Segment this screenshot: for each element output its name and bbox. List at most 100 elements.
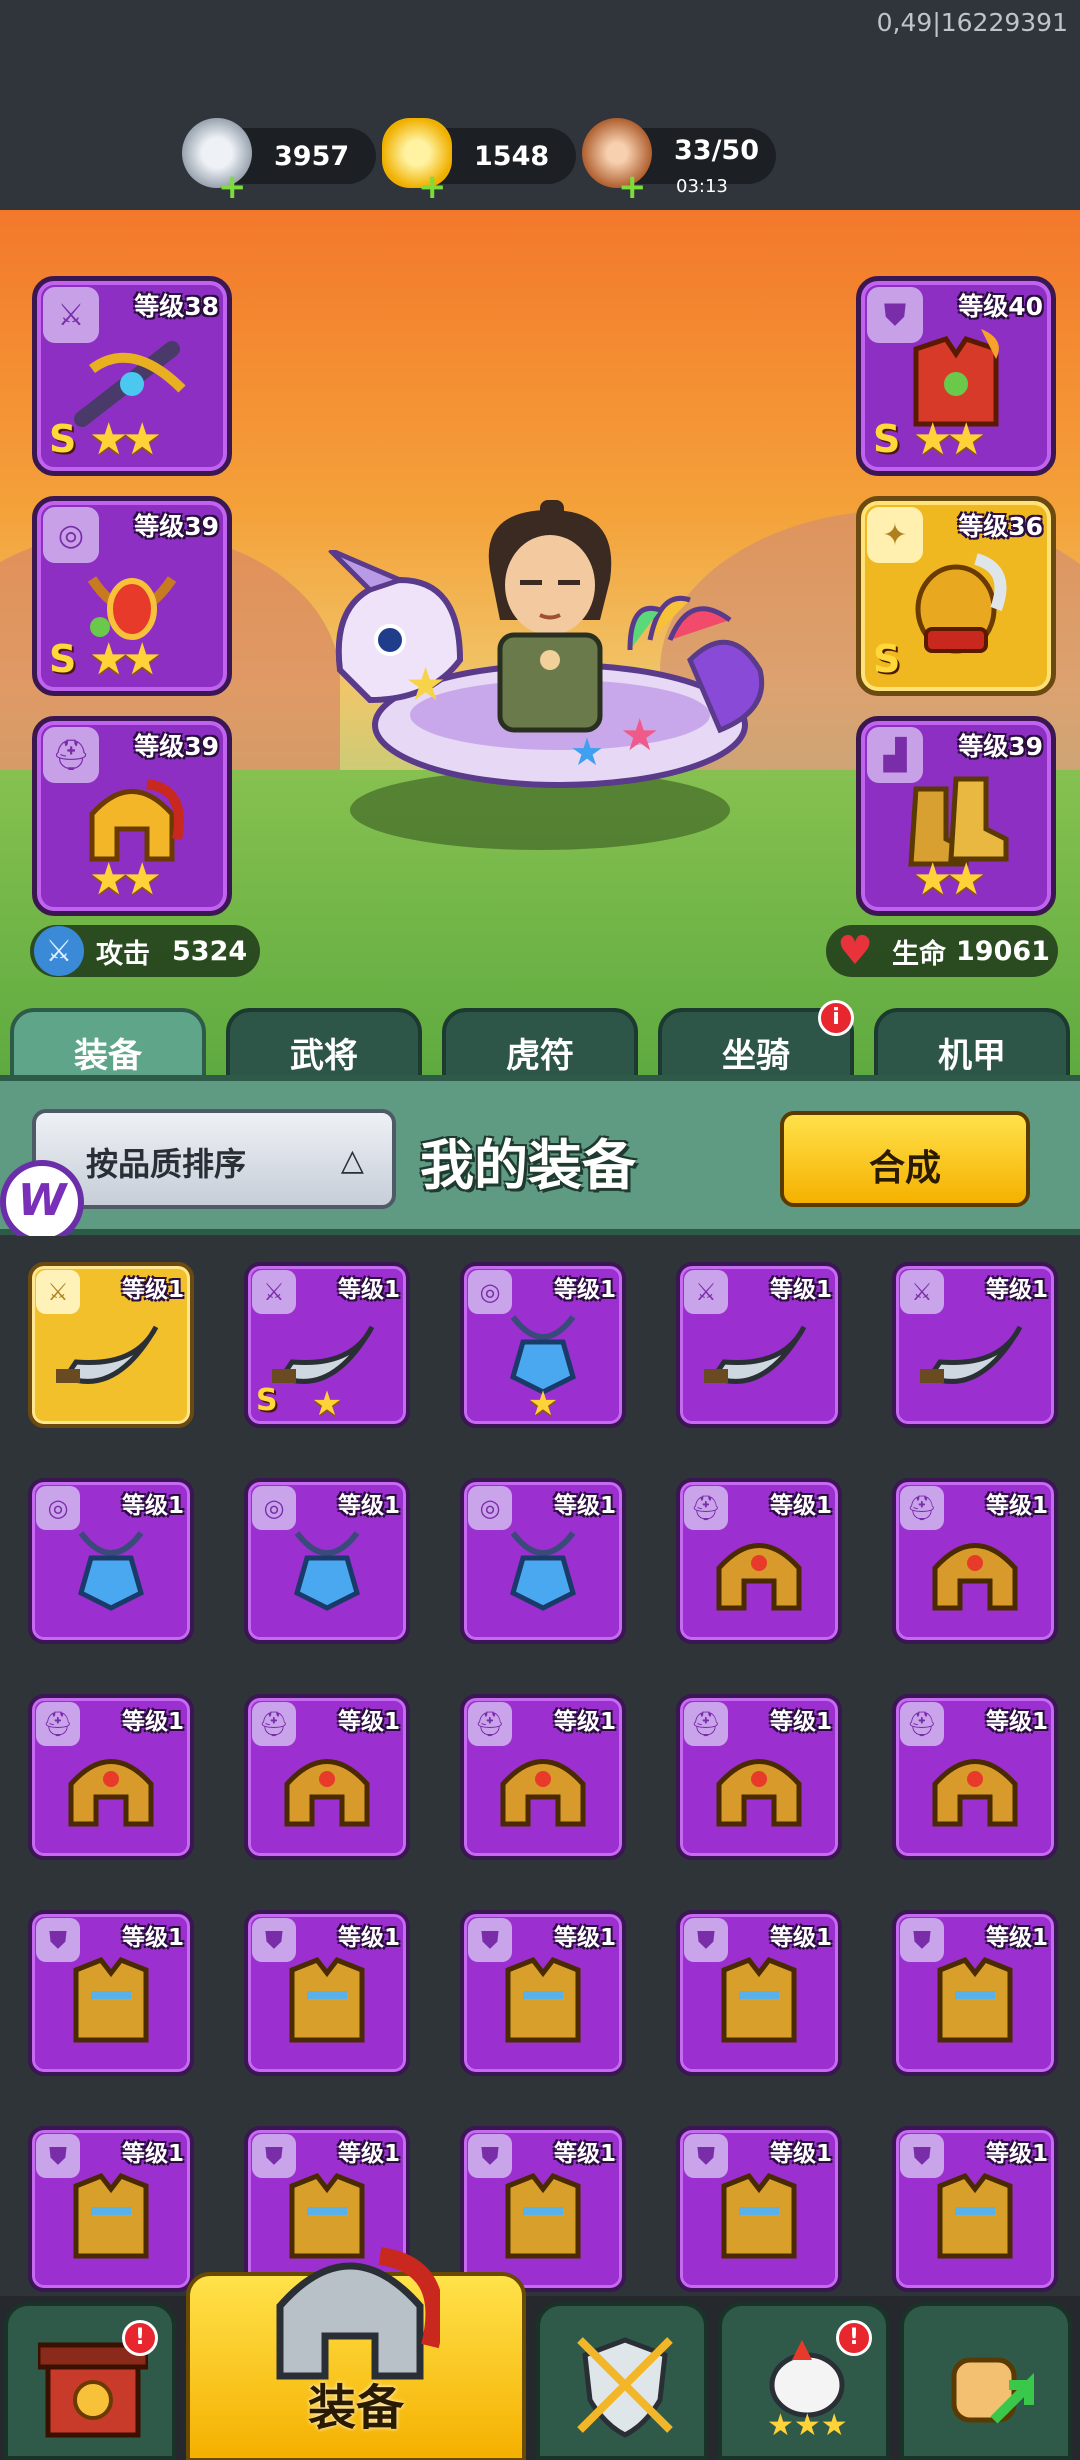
star-rating: ★ [311, 1384, 343, 1424]
equip-slot-armor[interactable]: ⛊ 等级40 S ★★ [856, 276, 1056, 476]
attack-value: 5324 [172, 935, 248, 967]
panel-title: 我的装备 [420, 1134, 636, 1197]
nav-equipment-label: 装备 [307, 2380, 404, 2436]
heart-icon: ♥ [837, 928, 873, 974]
equipment-helmet-icon [276, 2247, 440, 2380]
floating-w-logo-icon[interactable]: W [0, 1160, 84, 1244]
item-level: 等级1 [553, 1277, 616, 1303]
helmet-item-icon [709, 1523, 809, 1617]
medal-item-icon [277, 1523, 377, 1617]
nav-upgrade-button[interactable] [900, 2302, 1072, 2460]
item-level: 等级1 [337, 1277, 400, 1303]
item-level: 等级1 [769, 1925, 832, 1951]
equip-slot-talisman[interactable]: ✦ 等级36 S [856, 496, 1056, 696]
item-level: 等级1 [985, 1277, 1048, 1303]
equip-slot-weapon[interactable]: ⚔ 等级38 S ★★ [32, 276, 232, 476]
equipment-item[interactable]: ⚔ 等级1 [892, 1262, 1058, 1428]
equipment-item[interactable]: ⛑ 等级1 [676, 1478, 842, 1644]
nav-battle-button[interactable] [536, 2302, 708, 2460]
sort-dropdown[interactable]: 按品质排序 △ [32, 1109, 396, 1209]
lion-talisman-icon [915, 552, 1007, 654]
helmet-item-icon [277, 1739, 377, 1833]
equipment-item[interactable]: ⚔ 等级1 S ★ [244, 1262, 410, 1428]
equipment-item[interactable]: ⛊ 等级1 [460, 1910, 626, 2076]
equipment-item[interactable]: ◎ 等级1 [244, 1478, 410, 1644]
equipment-item[interactable]: ⛑ 等级1 [244, 1694, 410, 1860]
equip-slot-boots[interactable]: ▟ 等级39 ★★ [856, 716, 1056, 916]
helmet-item-icon [925, 1523, 1025, 1617]
hero-scene: ★ ★ ★ ⚔ 等级38 S ★★ ◎ 等级39 S ★★ ⛑ 等级39 ★★ … [0, 210, 1080, 1080]
notification-badge: ! [836, 2320, 872, 2356]
battle-shield-icon [577, 2337, 673, 2438]
rank-badge: S [49, 417, 77, 461]
rank-badge: S [873, 417, 901, 461]
item-level: 等级1 [337, 2141, 400, 2167]
plus-icon[interactable]: + [218, 170, 247, 204]
equipment-item[interactable]: ⛑ 等级1 [460, 1694, 626, 1860]
plus-icon[interactable]: + [418, 170, 447, 204]
slot-level: 等级39 [958, 732, 1043, 761]
item-level: 等级1 [769, 1277, 832, 1303]
equipment-item[interactable]: ⛊ 等级1 [676, 2126, 842, 2292]
equipment-item[interactable]: ⛊ 等级1 [28, 1910, 194, 2076]
item-level: 等级1 [553, 2141, 616, 2167]
equipment-panel-header: 按品质排序 △ 我的装备 合成 [0, 1075, 1080, 1235]
hp-value: 19061 [956, 935, 1050, 967]
helmet-item-icon [493, 1739, 593, 1833]
equipment-item[interactable]: ⛊ 等级1 [892, 1910, 1058, 2076]
star-rating: ★★ [89, 634, 162, 685]
armor-item-icon [709, 2171, 809, 2265]
equipment-grid: ⚔ 等级1 ⚔ 等级1 S ★ ◎ 等级1 ★ ⚔ 等级1 ⚔ 等级1 ◎ 等级1 ◎ 等级1 ◎ 等级1 ⛑ 等级1 ⛑… [0, 1236, 1080, 2296]
equipment-item[interactable]: ⛑ 等级1 [892, 1694, 1058, 1860]
equipment-item[interactable]: ⚔ 等级1 [28, 1262, 194, 1428]
resource-silver[interactable]: + 3957 [182, 118, 376, 204]
sort-label: 按品质排序 [86, 1145, 247, 1183]
equipment-item[interactable]: ⛑ 等级1 [676, 1694, 842, 1860]
equip-slot-medal[interactable]: ◎ 等级39 S ★★ [32, 496, 232, 696]
equipment-item[interactable]: ⛑ 等级1 [28, 1694, 194, 1860]
debug-text: 0,49|16229391 [876, 8, 1068, 37]
slot-level: 等级36 [958, 512, 1043, 541]
nav-shop-button[interactable]: ! [4, 2302, 176, 2460]
nav-pet-button[interactable]: ★★★ ! [718, 2302, 890, 2460]
equipment-item[interactable]: ⛊ 等级1 [28, 2126, 194, 2292]
triangle-up-icon: △ [340, 1143, 364, 1178]
armor-item-icon [925, 2171, 1025, 2265]
equipment-item[interactable]: ⚔ 等级1 [676, 1262, 842, 1428]
armor-item-icon [493, 1955, 593, 2049]
equipment-item[interactable]: ⛑ 等级1 [892, 1478, 1058, 1644]
svg-text:★★★: ★★★ [767, 2408, 848, 2440]
equipment-item[interactable]: ◎ 等级1 [460, 1478, 626, 1644]
equipment-item[interactable]: ⛊ 等级1 [244, 1910, 410, 2076]
hero-character-icon[interactable] [470, 500, 630, 740]
star-rating: ★★ [89, 854, 162, 905]
star-rating: ★★ [913, 414, 986, 465]
equipment-item[interactable]: ⛊ 等级1 [460, 2126, 626, 2292]
nav-equipment-button[interactable]: 装备 [186, 2247, 526, 2460]
resource-gold[interactable]: + 1548 [382, 118, 576, 204]
medal-item-icon [493, 1523, 593, 1617]
slot-level: 等级40 [958, 292, 1043, 321]
item-level: 等级1 [121, 1277, 184, 1303]
resource-stamina[interactable]: + 33/50 03:13 [582, 118, 776, 204]
equipment-item[interactable]: ◎ 等级1 [28, 1478, 194, 1644]
helmet-item-icon [709, 1739, 809, 1833]
armor-item-icon [925, 1955, 1025, 2049]
item-level: 等级1 [769, 1709, 832, 1735]
item-level: 等级1 [985, 1709, 1048, 1735]
equip-slot-helmet[interactable]: ⛑ 等级39 ★★ [32, 716, 232, 916]
medal-item-icon [61, 1523, 161, 1617]
plus-icon[interactable]: + [618, 170, 647, 204]
equipment-item[interactable]: ⛊ 等级1 [892, 2126, 1058, 2292]
combine-button[interactable]: 合成 [780, 1111, 1030, 1207]
item-level: 等级1 [553, 1709, 616, 1735]
slot-level: 等级38 [134, 292, 219, 321]
attack-stat: ⚔ 攻击 5324 [30, 925, 260, 977]
item-level: 等级1 [553, 1493, 616, 1519]
item-level: 等级1 [553, 1925, 616, 1951]
top-bar: 0,49|16229391 + 3957 + 1548 + 33/50 03:1… [0, 0, 1080, 210]
armor-item-icon [709, 1955, 809, 2049]
equipment-item[interactable]: ⛊ 等级1 [676, 1910, 842, 2076]
armor-item-icon [61, 1955, 161, 2049]
equipment-item[interactable]: ◎ 等级1 ★ [460, 1262, 626, 1428]
